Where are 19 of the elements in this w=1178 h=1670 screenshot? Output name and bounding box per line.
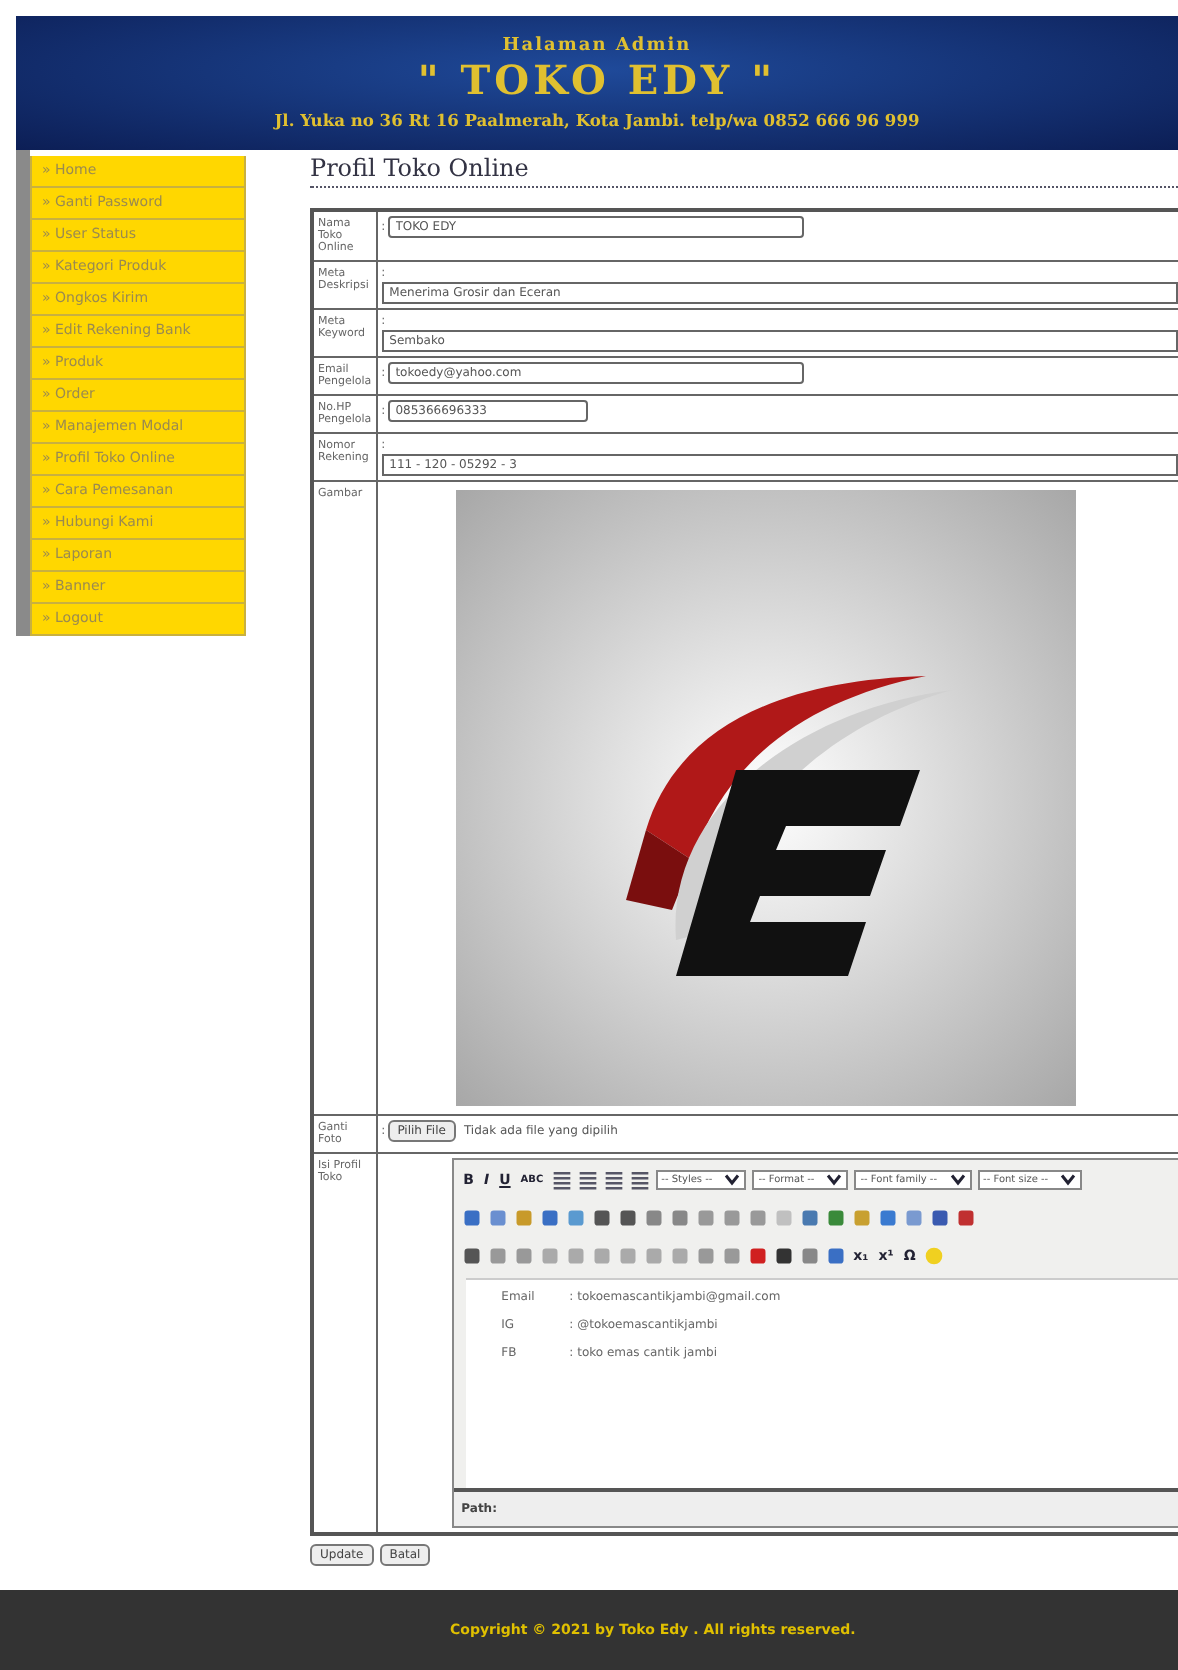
- align-icon[interactable]: [551, 1169, 572, 1189]
- toolbar-icon[interactable]: [955, 1207, 976, 1227]
- toolbar-icon[interactable]: [617, 1207, 638, 1227]
- caret-icon: [1060, 1173, 1077, 1185]
- header-address: Jl. Yuka no 36 Rt 16 Paalmerah, Kota Jambi. telp/wa 0852 666 96 999: [274, 110, 920, 130]
- caret-icon: [949, 1173, 966, 1185]
- align-icon[interactable]: [577, 1169, 598, 1189]
- toolbar-icon[interactable]: [591, 1207, 612, 1227]
- align-icon[interactable]: [603, 1169, 624, 1189]
- caret-icon: [724, 1173, 741, 1185]
- header-subtitle: Halaman Admin: [502, 36, 692, 56]
- caret-icon: [826, 1173, 843, 1185]
- header-title: " TOKO EDY ": [417, 56, 777, 104]
- toolbar-icon[interactable]: [747, 1245, 768, 1265]
- toolbar-icon[interactable]: [461, 1245, 482, 1265]
- toolbar-icon[interactable]: [773, 1245, 794, 1265]
- toolbar-icon[interactable]: [929, 1207, 950, 1227]
- align-icon[interactable]: [629, 1169, 650, 1189]
- page-title: Profil Toko Online: [310, 154, 1178, 188]
